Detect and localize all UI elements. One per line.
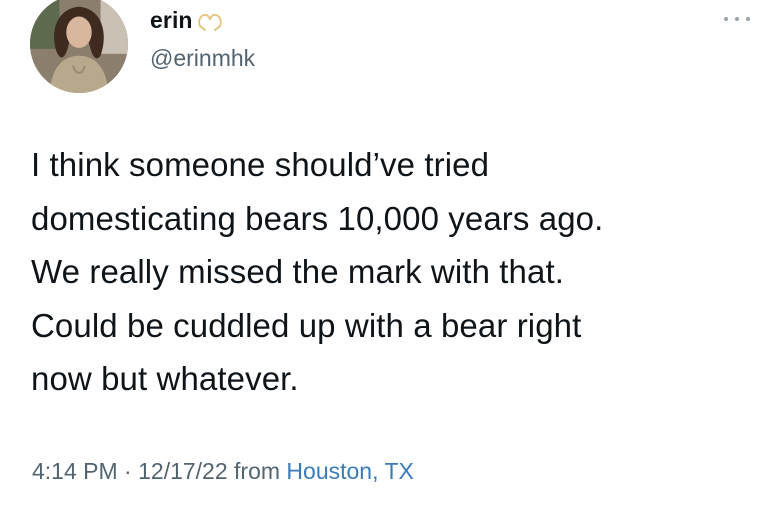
more-dot bbox=[724, 17, 728, 21]
tweet-time[interactable]: 4:14 PM bbox=[32, 458, 118, 484]
tweet-text-line: Could be cuddled up with a bear right bbox=[31, 306, 582, 344]
tweet-text-line: domesticating bears 10,000 years ago. bbox=[31, 199, 604, 237]
meta-separator: · bbox=[124, 458, 132, 484]
tweet-date[interactable]: 12/17/22 bbox=[138, 458, 228, 484]
tweet-meta: 4:14 PM · 12/17/22 from Houston, TX bbox=[32, 458, 414, 485]
tweet-text-line: I think someone should’ve tried bbox=[31, 146, 490, 183]
more-dot bbox=[746, 17, 750, 21]
tweet-text-line: We really missed the mark with that. bbox=[31, 253, 565, 290]
user-handle[interactable]: @erinmhk bbox=[150, 45, 255, 72]
avatar[interactable] bbox=[30, 0, 128, 93]
avatar-image bbox=[30, 0, 128, 93]
heart-hands-icon bbox=[197, 10, 223, 32]
tweet-text-line: now but whatever. bbox=[31, 360, 299, 397]
location-link[interactable]: Houston, TX bbox=[286, 458, 413, 484]
tweet: erin @erinmhk I think someone should’ve … bbox=[0, 0, 764, 516]
display-name[interactable]: erin bbox=[150, 7, 193, 34]
tweet-text: I think someone should’ve tried domestic… bbox=[31, 138, 761, 406]
more-dot bbox=[735, 17, 739, 21]
more-icon[interactable] bbox=[724, 14, 750, 24]
from-label: from bbox=[234, 458, 281, 484]
display-name-row: erin bbox=[150, 7, 223, 34]
